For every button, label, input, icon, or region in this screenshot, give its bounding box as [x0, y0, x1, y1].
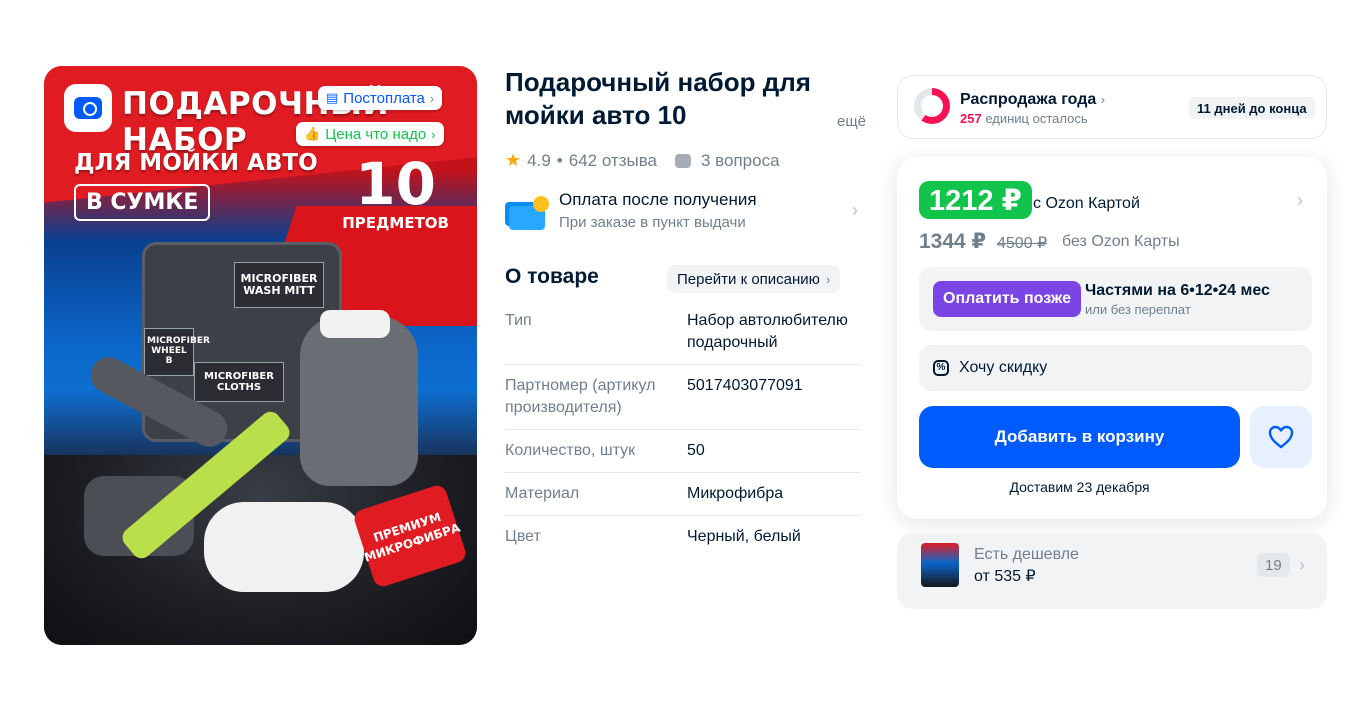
label-cloths: MICROFIBER CLOTHS [194, 362, 284, 402]
wash-mitt [300, 310, 418, 486]
regular-price: 1344 ₽ [919, 230, 987, 253]
chevron-right-icon: › [1299, 555, 1305, 575]
payment-title: Оплата после получения [559, 190, 757, 209]
chevron-right-icon: › [825, 271, 831, 287]
installments-title: Частями на 6•12•24 мес [1085, 282, 1270, 299]
price-card: 1212 ₽ с Ozon Картой › 1344 ₽ 4500 ₽ без… [897, 157, 1327, 519]
sale-banner[interactable]: Распродажа года › 257 единиц осталось 11… [897, 75, 1327, 139]
card-price: 1212 ₽ [919, 181, 1032, 219]
product-title: Подарочный набор для мойки авто 10 предм… [505, 67, 811, 130]
chevron-right-icon: › [852, 200, 858, 220]
sale-title-text: Распродажа года [960, 91, 1097, 108]
cheaper-offers[interactable]: Есть дешевле от 535 ₽ 19 › [897, 533, 1327, 609]
question-icon [675, 153, 691, 168]
spec-value: 5017403077091 [687, 377, 803, 394]
star-icon: ★ [505, 150, 522, 170]
image-subline: ДЛЯ МОЙКИ АВТО [74, 150, 318, 176]
sale-title: Распродажа года › [960, 91, 1105, 109]
thumbs-up-icon: 👍 [304, 126, 321, 141]
spec-key: Материал [505, 485, 580, 502]
sale-days-left: 11 дней до конца [1189, 97, 1315, 119]
image-count-badge: 10 ПРЕДМЕТОВ [342, 154, 449, 232]
cheaper-title: Есть дешевле [974, 546, 1079, 563]
sale-remaining-count: 257 [960, 111, 982, 126]
label-wheel-brush: MICROFIBER WHEEL B [144, 328, 210, 376]
add-to-cart-button[interactable]: Добавить в корзину [919, 406, 1240, 468]
sponge [204, 502, 364, 592]
chevron-right-icon[interactable]: › [1297, 190, 1303, 211]
spec-value: Черный, белый [687, 528, 801, 545]
sale-remaining: 257 единиц осталось [960, 111, 1088, 126]
reviews-link[interactable]: 642 отзыва [569, 151, 657, 171]
cheaper-price: от 535 ₽ [974, 568, 1036, 585]
want-discount-button[interactable]: % Хочу скидку [919, 345, 1312, 391]
old-price: 4500 ₽ [997, 235, 1048, 252]
spec-value: Микрофибра [687, 485, 784, 502]
label-wash-mitt: MICROFIBER WASH MITT [234, 262, 324, 309]
installments-subtitle: или без переплат [1085, 302, 1191, 317]
want-discount-label: Хочу скидку [959, 359, 1048, 376]
good-price-label: Цена что надо [325, 125, 427, 143]
regular-price-label: без Ozon Карты [1062, 233, 1180, 250]
image-count-number: 10 [355, 150, 436, 218]
cheaper-thumbnail [921, 543, 959, 587]
specs-table: Тип Набор автолюбителю подарочный Партно… [505, 300, 860, 558]
delivery-date: Доставим 23 декабря [1009, 479, 1150, 495]
go-to-description-button[interactable]: Перейти к описанию › [667, 265, 841, 293]
spec-row: Цвет Черный, белый [505, 516, 860, 558]
payment-after-receipt[interactable]: Оплата после получения При заказе в пунк… [505, 190, 860, 236]
image-box-text: В СУМКЕ [74, 184, 211, 221]
card-coin-icon [505, 196, 549, 230]
spec-key: Цвет [505, 528, 541, 545]
spec-row: Партномер (артикул производителя) 501740… [505, 365, 860, 430]
spec-key: Количество, штук [505, 442, 636, 459]
image-count-word: ПРЕДМЕТОВ [342, 214, 449, 232]
chevron-right-icon: › [1100, 92, 1106, 107]
postpay-label: Постоплата [343, 89, 425, 107]
spec-row: Тип Набор автолюбителю подарочный [505, 300, 860, 365]
chevron-right-icon: › [431, 126, 436, 142]
pay-later-block[interactable]: Оплатить позже Частями на 6•12•24 мес ил… [919, 267, 1312, 331]
pay-later-button[interactable]: Оплатить позже [933, 281, 1081, 317]
chevron-right-icon: › [429, 90, 435, 106]
postpay-icon: ▤ [326, 90, 339, 105]
go-to-description-label: Перейти к описанию [677, 270, 820, 288]
spec-key: Партномер (артикул производителя) [505, 377, 656, 416]
title-more-link[interactable]: ещё [829, 113, 867, 130]
card-price-label: с Ozon Картой [1033, 195, 1140, 212]
spec-value: 50 [687, 442, 705, 459]
product-image[interactable]: ПОДАРОЧНЫЙ НАБОР ДЛЯ МОЙКИ АВТО В СУМКЕ … [44, 66, 477, 645]
postpay-chip[interactable]: ▤ Постоплата › [318, 86, 443, 110]
brand-logo-icon [64, 84, 112, 132]
spec-row: Материал Микрофибра [505, 473, 860, 516]
cheaper-count-badge: 19 [1257, 553, 1290, 577]
sale-remaining-text: единиц осталось [985, 111, 1088, 126]
good-price-chip[interactable]: 👍 Цена что надо › [296, 122, 444, 146]
sale-progress-ring [914, 88, 950, 124]
rating-row[interactable]: ★ 4.9 • 642 отзыва 3 вопроса [505, 150, 780, 171]
spec-key: Тип [505, 312, 532, 329]
questions-link[interactable]: 3 вопроса [701, 151, 780, 171]
percent-icon: % [933, 360, 949, 376]
about-title: О товаре [505, 265, 599, 288]
favorite-button[interactable] [1250, 406, 1312, 468]
spec-row: Количество, штук 50 [505, 430, 860, 473]
heart-icon [1268, 425, 1294, 449]
rating-value: 4.9 [527, 150, 551, 170]
spec-value: Набор автолюбителю подарочный [687, 312, 848, 351]
rating-separator: • [556, 150, 563, 170]
payment-subtitle: При заказе в пункт выдачи [559, 214, 746, 231]
